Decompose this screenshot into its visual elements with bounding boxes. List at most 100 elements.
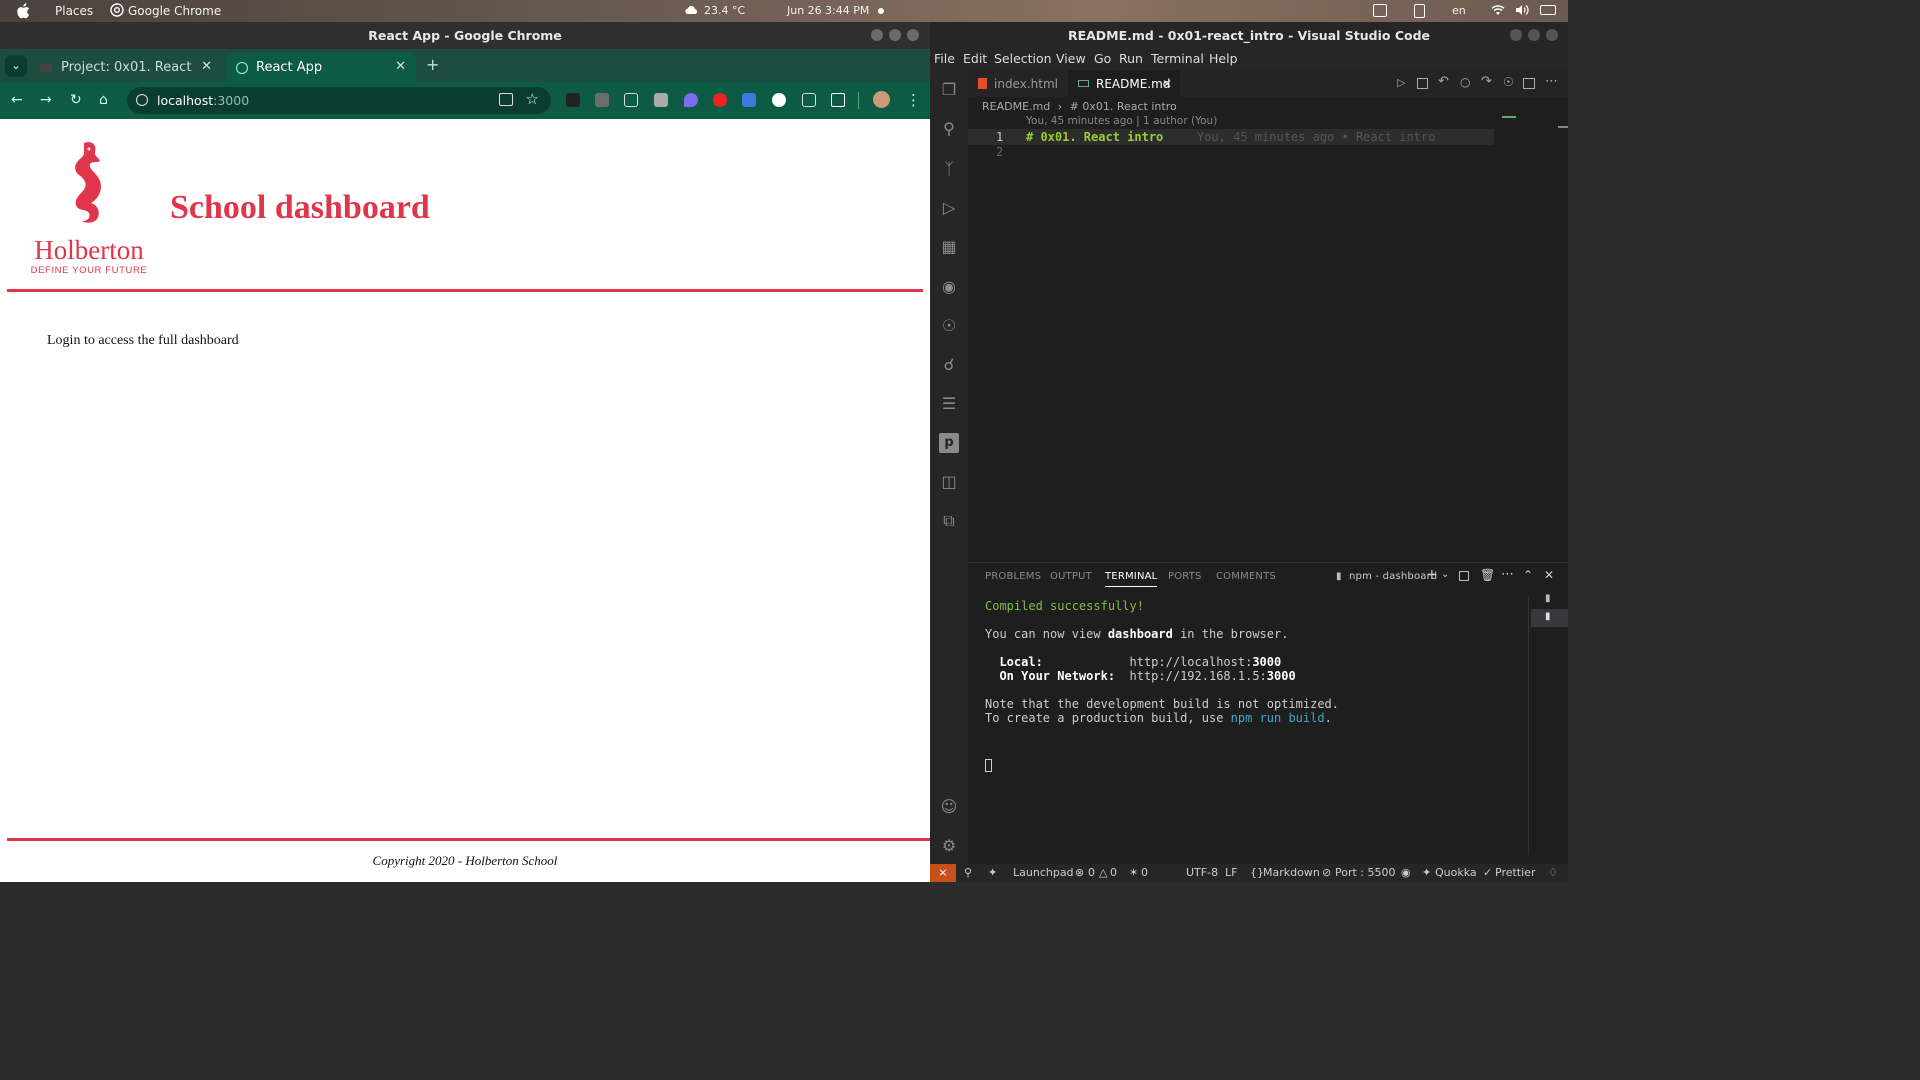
panel-tab-terminal[interactable]: TERMINAL [1105, 571, 1158, 587]
minimize-button[interactable] [871, 29, 883, 41]
install-app-icon[interactable] [499, 93, 513, 106]
go-back-icon[interactable]: ↶ [1438, 74, 1449, 89]
extension-1-icon[interactable] [566, 93, 580, 107]
panel-more-icon[interactable]: ⋯ [1501, 567, 1514, 582]
back-arrow-icon[interactable]: ← [11, 92, 23, 108]
launchpad-status[interactable]: Launchpad [1013, 866, 1074, 879]
chrome-menu-icon[interactable]: ⋮ [906, 91, 921, 109]
date-text[interactable]: Jun 26 [787, 4, 822, 17]
postman-p-icon[interactable]: p [939, 433, 959, 453]
weather-text[interactable]: 23.4 °C [704, 4, 745, 17]
wifi-icon[interactable] [1491, 4, 1505, 19]
panel-tab-comments[interactable]: COMMENTS [1216, 571, 1276, 582]
active-app-label[interactable]: Google Chrome [128, 4, 221, 18]
split-terminal-icon[interactable] [1459, 571, 1469, 581]
remote-explorer-icon[interactable]: ☌ [939, 355, 959, 375]
terminal-local-url[interactable]: http://localhost: [1130, 655, 1253, 669]
close-window-button[interactable] [907, 29, 919, 41]
places-menu[interactable]: Places [55, 4, 93, 18]
tab-search-chevron-icon[interactable]: ⌄ [5, 55, 27, 77]
terminal-output[interactable]: Compiled successfully! You can now view … [985, 599, 1339, 725]
python-icon[interactable]: ◉ [939, 277, 959, 297]
maximize-button[interactable] [889, 29, 901, 41]
screenshot-extension-icon[interactable] [624, 93, 638, 107]
gitlens-icon[interactable]: ☉ [1503, 75, 1514, 89]
site-info-icon[interactable] [136, 94, 148, 106]
tab-readme[interactable]: README.md ✕ [1068, 70, 1180, 97]
extension-4-icon[interactable] [654, 93, 668, 107]
quokka-status[interactable]: Quokka [1435, 866, 1477, 879]
menu-run[interactable]: Run [1119, 51, 1143, 66]
home-icon[interactable]: ⌂ [99, 92, 108, 108]
volume-icon[interactable] [1515, 4, 1529, 19]
terminal-dropdown-icon[interactable]: ⌄ [1441, 569, 1450, 580]
ports-count[interactable]: 0 [1141, 866, 1148, 879]
battery-icon[interactable] [1540, 5, 1556, 15]
translate-extension-icon[interactable] [742, 93, 756, 107]
extensions-puzzle-icon[interactable] [831, 93, 845, 107]
maximize-button[interactable] [1528, 29, 1540, 41]
minimize-button[interactable] [1510, 29, 1522, 41]
copilot-icon[interactable]: ◉ [1401, 866, 1411, 879]
search-icon[interactable]: ⚲ [939, 119, 959, 139]
tab-close-icon[interactable]: ✕ [1162, 77, 1172, 91]
markdown-heading-line[interactable]: # 0x01. React intro [1026, 130, 1163, 144]
timeline-icon[interactable]: ○ [1460, 75, 1470, 89]
live-share-icon[interactable]: ⧉ [939, 511, 959, 531]
accounts-status-icon[interactable]: ⚲ [964, 866, 972, 879]
split-editor-icon[interactable] [1523, 78, 1535, 89]
tab-project[interactable]: Project: 0x01. React intr ✕ [30, 53, 222, 82]
bookmark-star-icon[interactable]: ☆ [526, 90, 539, 108]
reload-icon[interactable]: ↻ [70, 92, 82, 108]
more-actions-icon[interactable]: ⋯ [1545, 74, 1558, 89]
source-control-icon[interactable]: ᛉ [939, 159, 959, 179]
codelens-blame[interactable]: You, 45 minutes ago | 1 author (You) [1026, 115, 1217, 127]
terminal-name[interactable]: npm - dashboard [1349, 571, 1437, 582]
address-bar[interactable]: localhost:3000 ☆ [127, 87, 551, 114]
remote-indicator-icon[interactable]: ⨯ [930, 864, 956, 882]
extensions-icon[interactable]: ▦ [939, 237, 959, 257]
git-graph-icon[interactable]: ☉ [939, 316, 959, 336]
prettier-status[interactable]: Prettier [1495, 866, 1535, 879]
extension-drop-icon[interactable] [684, 93, 698, 107]
breadcrumb-symbol[interactable]: # 0x01. React intro [1070, 100, 1177, 113]
panel-tab-output[interactable]: OUTPUT [1050, 571, 1092, 582]
run-debug-icon[interactable]: ▷ [939, 198, 959, 218]
menu-selection[interactable]: Selection [994, 51, 1052, 66]
encoding-status[interactable]: UTF-8 [1186, 866, 1218, 879]
maximize-panel-icon[interactable]: ⌃ [1523, 568, 1533, 582]
comments-icon[interactable]: ◫ [939, 472, 959, 492]
extension-2-icon[interactable] [595, 93, 609, 107]
settings-gear-icon[interactable]: ⚙ [939, 836, 959, 856]
notifications-bell-icon[interactable]: ♢ [1548, 866, 1558, 879]
extension-circle-icon[interactable] [772, 93, 786, 107]
clipboard-icon[interactable] [1414, 4, 1425, 18]
run-file-icon[interactable]: ▷ [1397, 76, 1405, 89]
new-terminal-plus-icon[interactable]: + [1426, 567, 1438, 583]
scrollbar-marker[interactable] [1558, 126, 1568, 128]
eol-status[interactable]: LF [1225, 866, 1237, 879]
menu-help[interactable]: Help [1209, 51, 1238, 66]
warning-count[interactable]: 0 [1110, 866, 1117, 879]
account-icon[interactable]: ☺ [939, 797, 959, 817]
extension-red-icon[interactable] [713, 93, 727, 107]
terminal-indicator-icon[interactable] [1373, 4, 1387, 17]
open-preview-icon[interactable] [1417, 78, 1428, 89]
breadcrumb-file[interactable]: README.md [982, 100, 1050, 113]
menu-go[interactable]: Go [1094, 51, 1111, 66]
menu-edit[interactable]: Edit [963, 51, 987, 66]
tab-index-html[interactable]: index.html [968, 70, 1068, 97]
new-tab-plus-icon[interactable]: + [426, 55, 439, 74]
tab-close-icon[interactable]: ✕ [395, 59, 406, 74]
menu-file[interactable]: File [934, 51, 955, 66]
go-forward-icon[interactable]: ↷ [1481, 74, 1492, 89]
live-server-port[interactable]: Port : 5500 [1335, 866, 1396, 879]
notes-icon[interactable]: ☰ [939, 394, 959, 414]
terminal-network-url[interactable]: http://192.168.1.5: [1130, 669, 1267, 683]
panel-tab-ports[interactable]: PORTS [1168, 571, 1202, 582]
tab-react-app[interactable]: React App ✕ [226, 53, 416, 82]
explorer-icon[interactable]: ❐ [939, 80, 959, 100]
time-text[interactable]: 3:44 PM [825, 4, 869, 17]
keyboard-language[interactable]: en [1452, 4, 1466, 17]
kill-terminal-trash-icon[interactable]: 🗑 [1480, 568, 1495, 582]
